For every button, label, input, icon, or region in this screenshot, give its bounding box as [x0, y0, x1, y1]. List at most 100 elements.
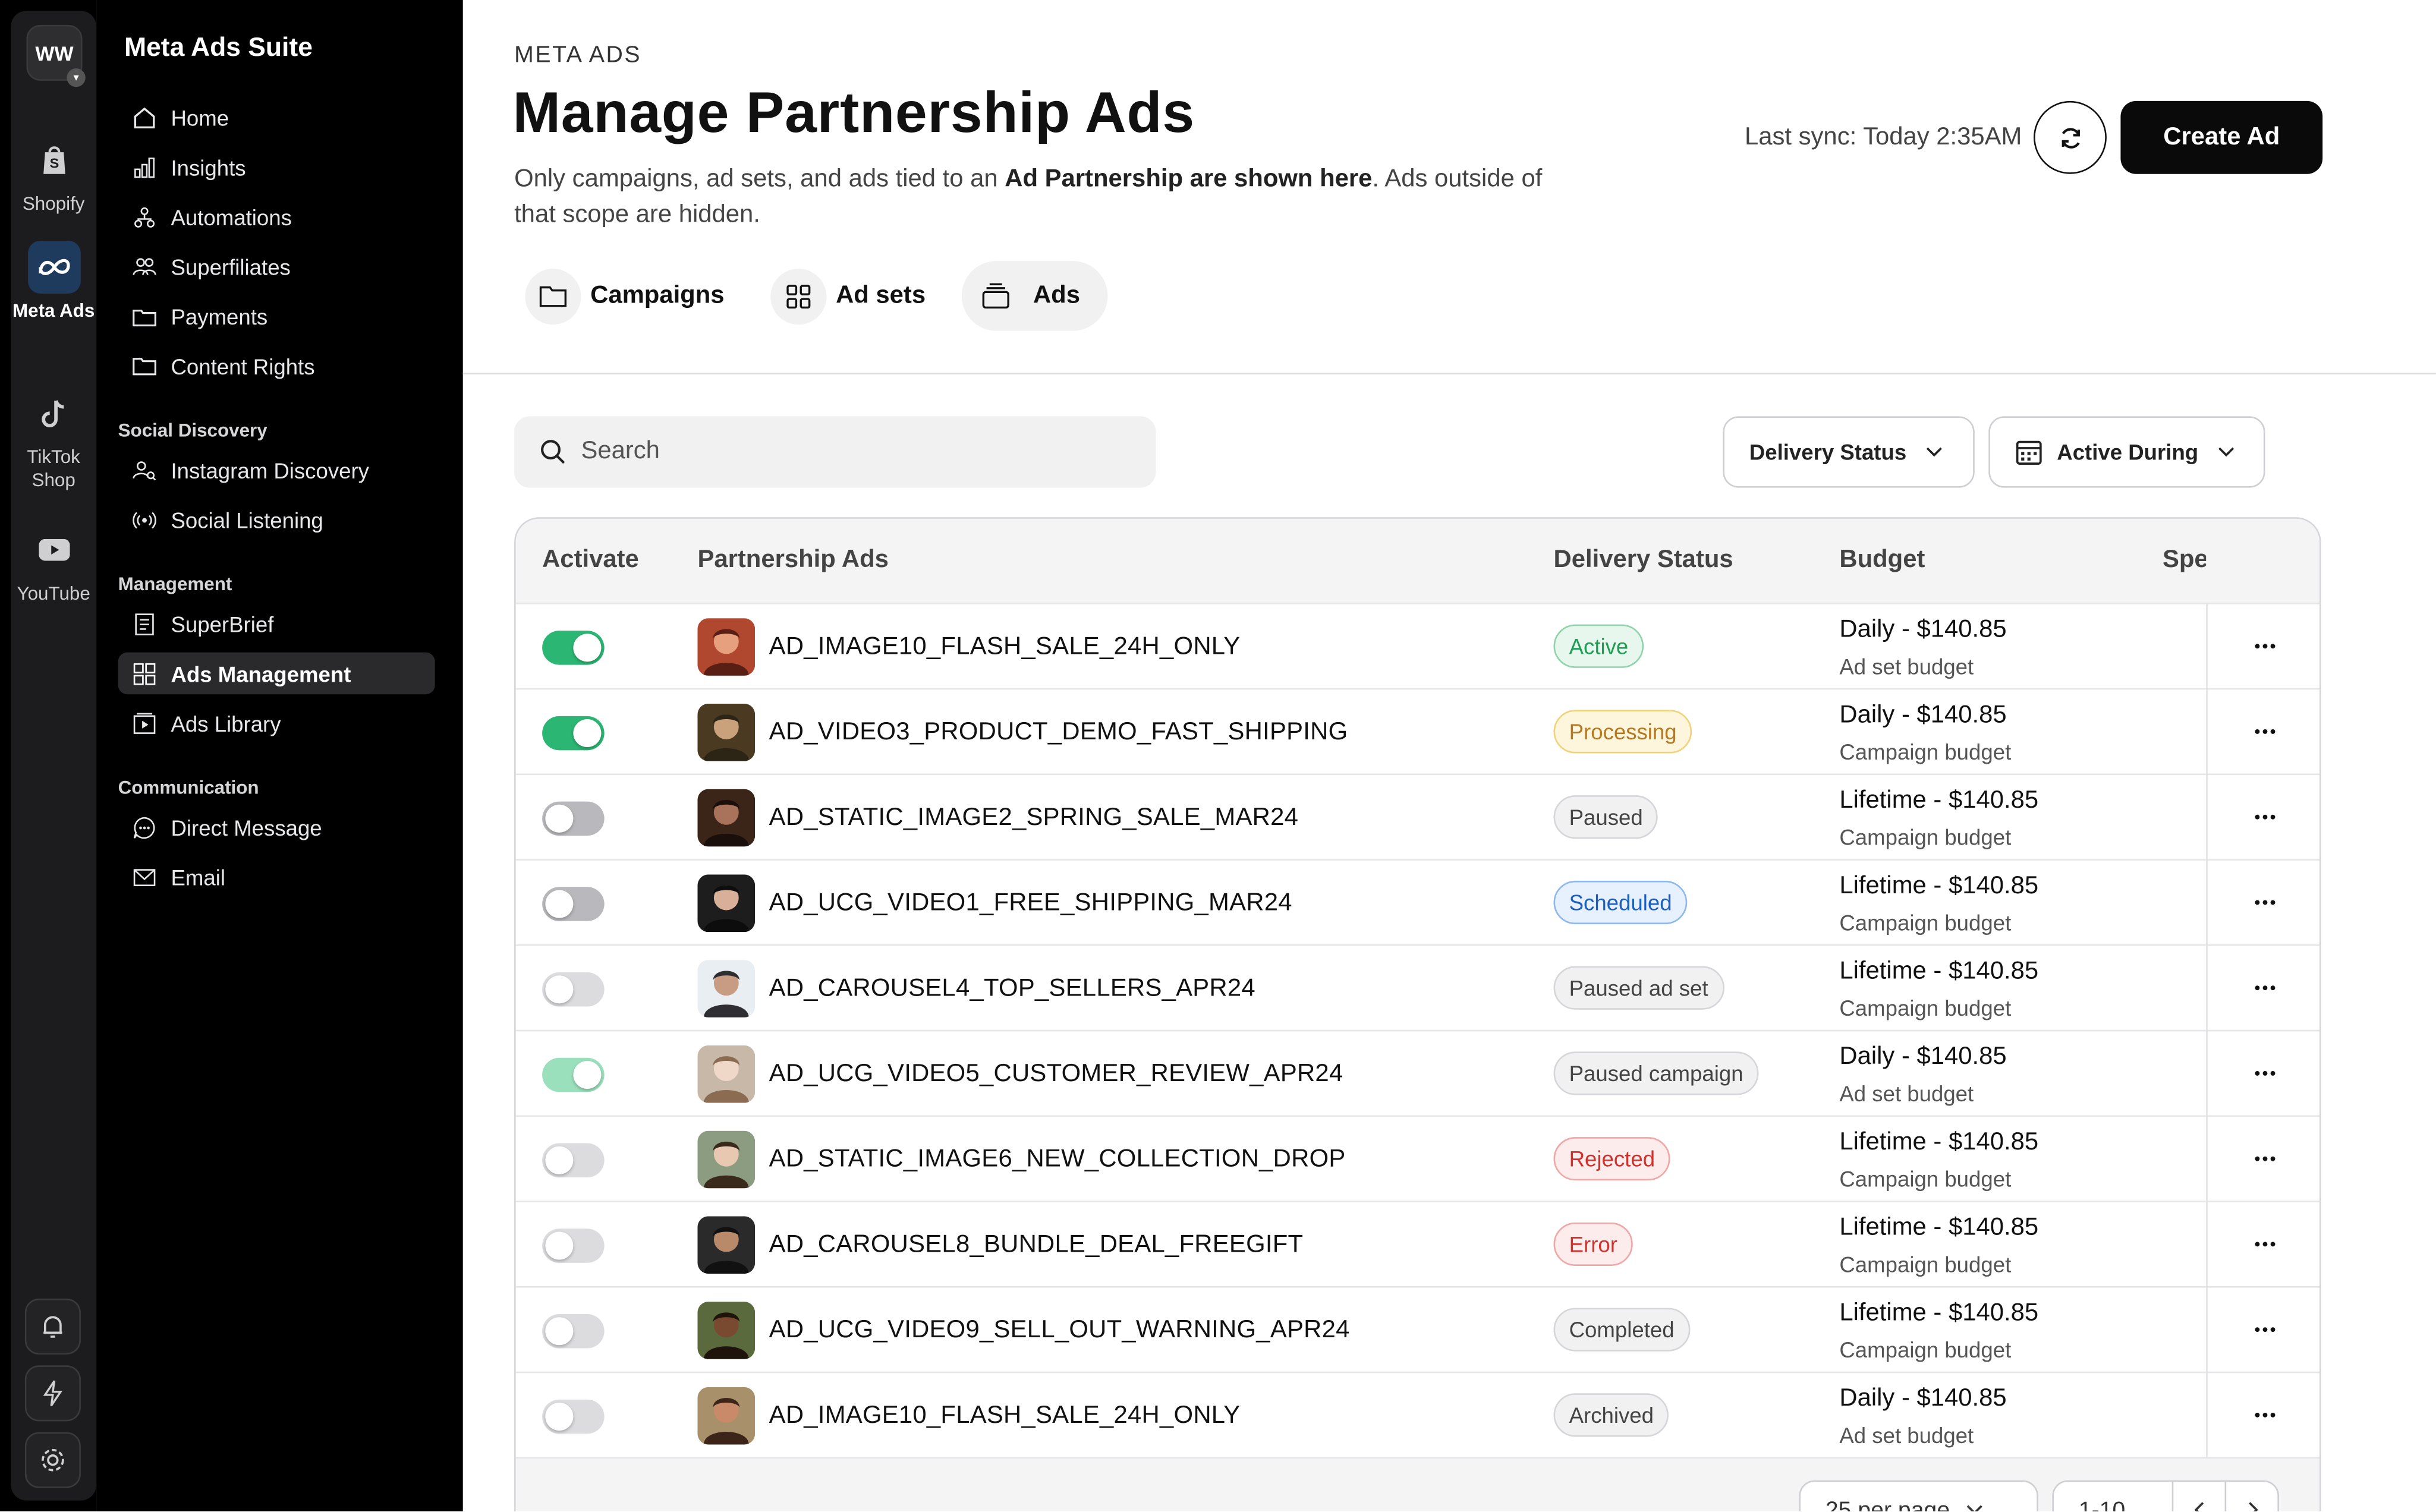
tab-ad-sets[interactable]: Ad sets	[764, 261, 953, 331]
table-row[interactable]: AD_UCG_VIDEO1_FREE_SHIPPING_MAR24 Schedul…	[515, 859, 2319, 945]
delivery-status-filter[interactable]: Delivery Status	[1723, 416, 1975, 488]
rail-label-tiktok-shop: TikTok Shop	[27, 446, 80, 491]
table-row[interactable]: AD_STATIC_IMAGE6_NEW_COLLECTION_DROP Reje…	[515, 1115, 2319, 1201]
sidebar-item-payments[interactable]: Payments	[118, 295, 435, 338]
budget-amount: Lifetime - $140.85	[1839, 1129, 2039, 1156]
sticky-column-divider	[2206, 603, 2208, 1511]
table-row[interactable]: AD_IMAGE10_FLASH_SALE_24H_ONLY Active Dail…	[515, 603, 2319, 688]
rail-item-tiktok-shop[interactable]: TikTok Shop	[11, 387, 96, 493]
ad-name[interactable]: AD_UCG_VIDEO5_CUSTOMER_REVIEW_APR24	[769, 1061, 1343, 1089]
budget-amount: Lifetime - $140.85	[1839, 1214, 2039, 1242]
sidebar-item-ads-management[interactable]: Ads Management	[118, 652, 435, 695]
toggle-knob	[573, 1061, 602, 1089]
more-options-icon[interactable]	[2249, 1314, 2280, 1345]
table-row[interactable]: AD_UCG_VIDEO5_CUSTOMER_REVIEW_APR24 Pause…	[515, 1029, 2319, 1116]
more-options-icon[interactable]	[2249, 887, 2280, 918]
sidebar-item-superfiliates[interactable]: Superfiliates	[118, 245, 435, 288]
tab-ads[interactable]: Ads	[961, 261, 1109, 331]
activate-toggle[interactable]	[542, 1399, 605, 1434]
activate-toggle[interactable]	[542, 801, 605, 836]
ad-thumbnail[interactable]	[697, 789, 756, 847]
active-during-filter[interactable]: Active During	[1988, 416, 2265, 488]
ad-name[interactable]: AD_UCG_VIDEO9_SELL_OUT_WARNING_APR24	[769, 1317, 1350, 1345]
sidebar-item-direct-message[interactable]: Direct Message	[118, 806, 435, 848]
search-input[interactable]: Search	[514, 416, 1156, 488]
lightning-icon[interactable]	[24, 1365, 81, 1422]
table-row[interactable]: AD_UCG_VIDEO9_SELL_OUT_WARNING_APR24 Comp…	[515, 1286, 2319, 1372]
subtitle-text: Only campaigns, ad sets, and ads tied to…	[514, 166, 1005, 193]
activate-toggle[interactable]	[542, 716, 605, 751]
table-row[interactable]: AD_IMAGE10_FLASH_SALE_24H_ONLY Archived Da…	[515, 1371, 2319, 1457]
chevron-down-icon[interactable]: ▾	[67, 68, 86, 87]
chevron-left-icon[interactable]	[2171, 1482, 2225, 1511]
ad-thumbnail[interactable]	[697, 703, 756, 761]
activate-toggle[interactable]	[542, 972, 605, 1007]
ad-name[interactable]: AD_IMAGE10_FLASH_SALE_24H_ONLY	[769, 1403, 1241, 1431]
sidebar-item-superbrief[interactable]: SuperBrief	[118, 603, 435, 645]
rail-item-meta-ads[interactable]: Meta Ads	[11, 241, 96, 323]
create-ad-button[interactable]: Create Ad	[2120, 100, 2323, 174]
rail-label-meta-ads: Meta Ads	[12, 300, 95, 322]
ad-name[interactable]: AD_VIDEO3_PRODUCT_DEMO_FAST_SHIPPING	[769, 719, 1348, 747]
ad-name[interactable]: AD_IMAGE10_FLASH_SALE_24H_ONLY	[769, 634, 1241, 662]
sidebar-item-ads-library[interactable]: Ads Library	[118, 702, 435, 744]
more-options-icon[interactable]	[2249, 1058, 2280, 1089]
activate-toggle[interactable]	[542, 1143, 605, 1178]
activate-toggle[interactable]	[542, 631, 605, 665]
table-row[interactable]: AD_CAROUSEL4_TOP_SELLERS_APR24 Paused ad …	[515, 944, 2319, 1030]
rail-item-shopify[interactable]: S Shopify	[11, 134, 96, 216]
ad-thumbnail[interactable]	[697, 874, 756, 933]
sidebar-item-automations[interactable]: Automations	[118, 196, 435, 238]
ad-name[interactable]: AD_CAROUSEL8_BUNDLE_DEAL_FREEGIFT	[769, 1232, 1304, 1260]
more-options-icon[interactable]	[2249, 716, 2280, 747]
refresh-button[interactable]	[2034, 100, 2107, 174]
column-header-partnership-ads[interactable]: Partnership Ads	[697, 547, 888, 575]
sidebar-item-social-listening[interactable]: Social Listening	[118, 499, 435, 541]
subtitle-emphasis: Ad Partnership are shown here	[1005, 166, 1373, 193]
ad-thumbnail[interactable]	[697, 960, 756, 1018]
more-options-icon[interactable]	[2249, 972, 2280, 1003]
ad-thumbnail[interactable]	[697, 1387, 756, 1445]
per-page-select[interactable]: 25 per page	[1799, 1480, 2038, 1511]
sidebar-item-label: Ads Library	[171, 710, 281, 736]
ad-thumbnail[interactable]	[697, 1216, 756, 1274]
sidebar-item-insights[interactable]: Insights	[118, 146, 435, 188]
activate-toggle[interactable]	[542, 1228, 605, 1263]
ad-thumbnail[interactable]	[697, 618, 756, 676]
column-header-delivery-status[interactable]: Delivery Status	[1554, 547, 1733, 575]
chat-bubble-icon	[131, 813, 159, 841]
ad-name[interactable]: AD_CAROUSEL4_TOP_SELLERS_APR24	[769, 975, 1255, 1003]
toggle-knob	[545, 1146, 574, 1174]
ad-name[interactable]: AD_UCG_VIDEO1_FREE_SHIPPING_MAR24	[769, 890, 1292, 918]
youtube-icon	[27, 524, 80, 577]
activate-toggle[interactable]	[542, 1057, 605, 1092]
chevron-right-icon[interactable]	[2224, 1482, 2278, 1511]
activate-toggle[interactable]	[542, 887, 605, 921]
ad-thumbnail[interactable]	[697, 1045, 756, 1103]
sidebar-item-email[interactable]: Email	[118, 856, 435, 898]
more-options-icon[interactable]	[2249, 631, 2280, 662]
more-options-icon[interactable]	[2249, 802, 2280, 833]
more-options-icon[interactable]	[2249, 1400, 2280, 1431]
column-header-budget[interactable]: Budget	[1839, 547, 1925, 575]
column-header-spend[interactable]: Spe	[2163, 547, 2206, 575]
ad-name[interactable]: AD_STATIC_IMAGE6_NEW_COLLECTION_DROP	[769, 1146, 1346, 1174]
ad-thumbnail[interactable]	[697, 1302, 756, 1359]
ad-thumbnail[interactable]	[697, 1130, 756, 1189]
activate-toggle[interactable]	[542, 1314, 605, 1349]
table-row[interactable]: AD_CAROUSEL8_BUNDLE_DEAL_FREEGIFT Error Li…	[515, 1201, 2319, 1286]
rail-item-youtube[interactable]: YouTube	[11, 524, 96, 606]
column-header-activate[interactable]: Activate	[542, 547, 639, 575]
settings-gear-icon[interactable]	[24, 1432, 81, 1488]
more-options-icon[interactable]	[2249, 1144, 2280, 1174]
ad-name[interactable]: AD_STATIC_IMAGE2_SPRING_SALE_MAR24	[769, 805, 1298, 833]
sidebar-item-content-rights[interactable]: Content Rights	[118, 345, 435, 387]
sidebar-item-instagram-discovery[interactable]: Instagram Discovery	[118, 449, 435, 491]
more-options-icon[interactable]	[2249, 1228, 2280, 1259]
budget-type: Campaign budget	[1839, 1166, 2012, 1192]
tab-campaigns[interactable]: Campaigns	[519, 261, 753, 331]
notifications-bell-icon[interactable]	[24, 1298, 81, 1354]
table-row[interactable]: AD_STATIC_IMAGE2_SPRING_SALE_MAR24 Paused…	[515, 773, 2319, 859]
table-row[interactable]: AD_VIDEO3_PRODUCT_DEMO_FAST_SHIPPING Proc…	[515, 688, 2319, 774]
sidebar-item-home[interactable]: Home	[118, 96, 435, 138]
